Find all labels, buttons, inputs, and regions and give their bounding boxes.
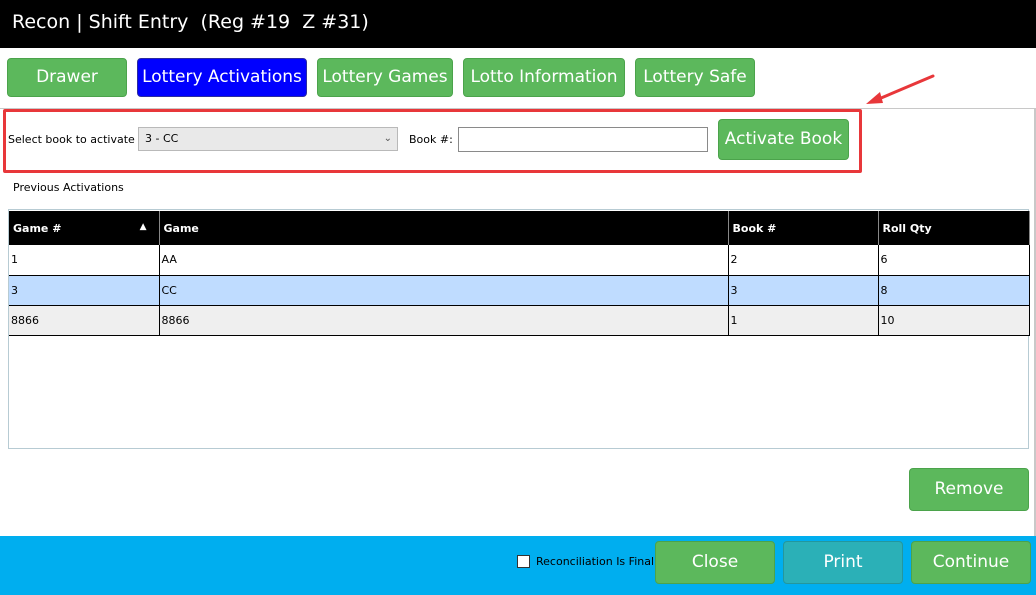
- sort-ascending-icon: ▲: [139, 222, 147, 232]
- table-row[interactable]: 1 AA 2 6: [9, 245, 1030, 276]
- close-button[interactable]: Close: [655, 541, 775, 584]
- column-header-game[interactable]: Game: [159, 211, 729, 245]
- cell-book-number: 3: [728, 275, 879, 306]
- cell-game-number: 1: [9, 245, 160, 276]
- activations-table: Game # ▲ Game Book # Roll Qty 1 AA 2 6 3 …: [8, 209, 1030, 449]
- tab-lottery-games[interactable]: Lottery Games: [317, 58, 453, 97]
- annotation-highlight-box: [3, 109, 862, 173]
- cell-game-number: 8866: [9, 305, 160, 336]
- table-row[interactable]: 8866 8866 1 10: [9, 305, 1030, 336]
- cell-game-number: 3: [9, 275, 160, 306]
- cell-roll-qty: 8: [878, 275, 1030, 306]
- print-button[interactable]: Print: [783, 541, 903, 584]
- cell-game: CC: [159, 275, 729, 306]
- cell-book-number: 1: [728, 305, 879, 336]
- previous-activations-heading: Previous Activations: [13, 181, 124, 194]
- tab-drawer[interactable]: Drawer: [7, 58, 127, 97]
- cell-roll-qty: 10: [878, 305, 1030, 336]
- tab-lottery-activations[interactable]: Lottery Activations: [137, 58, 307, 97]
- window-title: Recon | Shift Entry (Reg #19 Z #31): [12, 11, 369, 33]
- reconciliation-final-checkbox[interactable]: [517, 555, 530, 568]
- table-header-row: Game # ▲ Game Book # Roll Qty: [9, 211, 1030, 245]
- column-header-book-number[interactable]: Book #: [728, 211, 879, 245]
- title-bar: Recon | Shift Entry (Reg #19 Z #31): [0, 0, 1036, 48]
- tab-lotto-information[interactable]: Lotto Information: [463, 58, 625, 97]
- reconciliation-final-label: Reconciliation Is Final: [536, 555, 655, 568]
- column-header-game-number[interactable]: Game # ▲: [9, 211, 160, 245]
- cell-roll-qty: 6: [878, 245, 1030, 276]
- cell-game: 8866: [159, 305, 729, 336]
- cell-book-number: 2: [728, 245, 879, 276]
- remove-button[interactable]: Remove: [909, 468, 1029, 511]
- column-header-label: Game #: [13, 221, 62, 235]
- annotation-arrow-icon: [866, 74, 935, 104]
- cell-game: AA: [159, 245, 729, 276]
- continue-button[interactable]: Continue: [911, 541, 1031, 584]
- column-header-roll-qty[interactable]: Roll Qty: [878, 211, 1030, 245]
- table-row-selected[interactable]: 3 CC 3 8: [9, 275, 1030, 306]
- tab-lottery-safe[interactable]: Lottery Safe: [635, 58, 755, 97]
